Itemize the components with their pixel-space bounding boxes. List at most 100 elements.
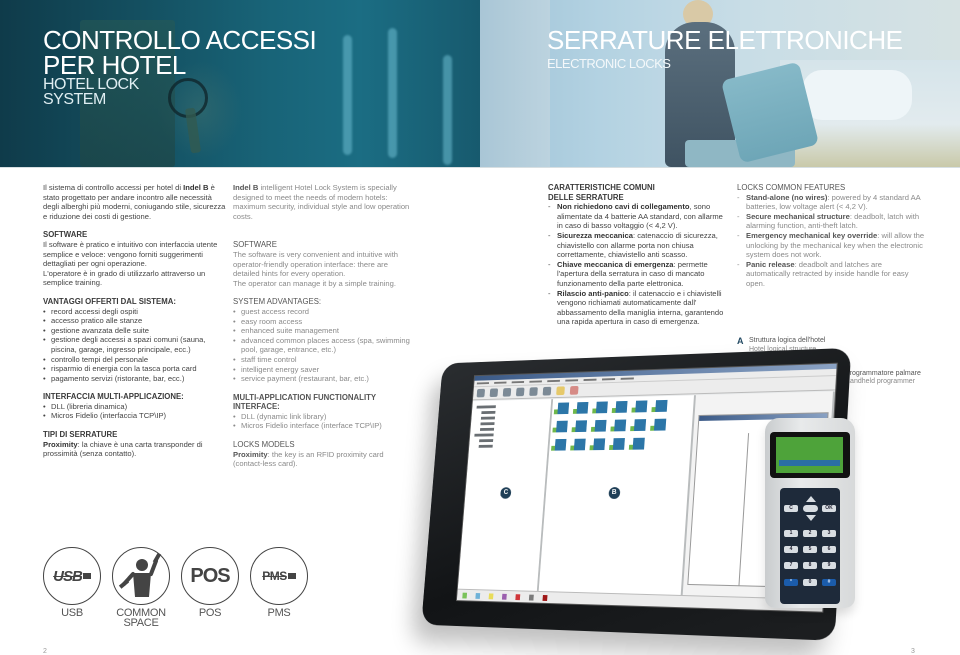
list-item: guest access record (233, 307, 413, 317)
list-item: Stand-alone (no wires): powered by 4 sta… (737, 193, 927, 212)
features-column-english: LOCKS COMMON FEATURES Stand-alone (no wi… (737, 183, 927, 298)
lcd-display (776, 437, 843, 473)
features-heading: CARATTERISTICHE COMUNI DELLE SERRATURE (548, 183, 730, 202)
list-item: staff time control (233, 355, 413, 365)
plug-shape (287, 573, 296, 579)
legend-letter: A (737, 336, 744, 346)
icon-label: POS (181, 607, 239, 619)
intro-column-italian: Il sistema di controllo accessi per hote… (43, 183, 226, 459)
hero-divider (0, 167, 960, 168)
features-heading-line: CARATTERISTICHE COMUNI (548, 183, 655, 192)
key-8: 8 (803, 562, 817, 569)
pms-glyph: PMS (262, 569, 287, 583)
hero-title-left: CONTROLLO ACCESSI PER HOTEL (43, 25, 343, 80)
pos-icon: POS (181, 547, 239, 605)
list-item: risparmio di energia con la tasca porta … (43, 364, 226, 374)
list-item: gestione degli accessi a spazi comuni (s… (43, 335, 226, 354)
software-heading: SOFTWARE (43, 230, 88, 240)
list-item: Micros Fidelio (interfaccia TCP\IP) (43, 411, 226, 421)
icon-label-line: POS (198, 607, 222, 619)
list-item: Rilascio anti-panico: il catenaccio e i … (548, 289, 730, 327)
icon-label-line: USB (61, 607, 83, 619)
locks-heading: LOCKS MODELS (233, 440, 295, 450)
plug-shape (82, 573, 91, 579)
intro-paragraph: Indel B intelligent Hotel Lock System is… (233, 183, 413, 221)
feature-term: Chiave meccanica di emergenza (557, 259, 674, 269)
list-item: Sicurezza meccanica: catenaccio di sicur… (548, 231, 730, 260)
page-number-right: 3 (911, 648, 915, 655)
list-item: enhanced suite management (233, 326, 413, 336)
icon-label: PMS (250, 607, 308, 619)
icon-label-line: PMS (267, 607, 291, 619)
list-item: Secure mechanical structure: deadbolt, l… (737, 212, 927, 231)
key-9: 9 (822, 562, 836, 569)
keypad: C OK 1 2 3 4 5 6 7 8 9 * 0 # (780, 488, 840, 604)
software-paragraph: The software is very convenient and intu… (233, 249, 399, 279)
key-7: 7 (784, 562, 798, 569)
locks-paragraph: Proximity: la chiave è una carta transpo… (43, 440, 226, 459)
hero-title-line: PER HOTEL (43, 49, 186, 80)
icon-item-usb: USB USB (43, 547, 101, 628)
key-3: 3 (822, 530, 836, 537)
hero-subtitle-left: HOTEL LOCK SYSTEM (43, 76, 139, 107)
feature-term: Secure mechanical structure (746, 211, 850, 221)
corridor-light (443, 55, 452, 165)
icon-label: USB (43, 607, 101, 619)
list-item: Micros Fidelio interface (interface TCP\… (233, 421, 413, 431)
list-item: Non richiedono cavi di collegamento, son… (548, 202, 730, 231)
staff-structure-pane: C (457, 399, 554, 591)
list-item: accesso pratico alle stanze (43, 316, 226, 326)
feature-term: Sicurezza meccanica (557, 230, 633, 240)
key-ok: OK (822, 505, 836, 512)
list-item: record accessi degli ospiti (43, 307, 226, 317)
corridor-light (343, 35, 352, 155)
key-5: 5 (803, 546, 817, 553)
icon-label: COMMON SPACE (112, 608, 170, 629)
software-paragraph: L'operatore è in grado di utilizzarlo at… (43, 268, 206, 288)
feature-icons-row: USB USB COMMON SPACE POS POS PMS PMS (43, 547, 308, 629)
intro-text: Il sistema di controllo accessi per hote… (43, 183, 184, 192)
icon-label-line: SPACE (123, 617, 159, 629)
list-item: pagamento servizi (ristorante, bar, ecc.… (43, 374, 226, 384)
list-item: Emergency mechanical key override: will … (737, 231, 927, 260)
fitness-person-icon (112, 547, 170, 605)
brand-name: Indel B (183, 183, 209, 192)
interface-list: DLL (dynamic link library) Micros Fideli… (233, 412, 413, 431)
locks-paragraph: Proximity: the key is an RFID proximity … (233, 450, 413, 469)
programmer-caption: Programmatore palmare Handheld programme… (845, 370, 921, 387)
fitness-person-svg (118, 553, 162, 597)
hero-title-line: CONTROLLO ACCESSI (43, 25, 317, 55)
locks-heading: TIPI DI SERRATURE (43, 430, 118, 440)
features-column-italian: CARATTERISTICHE COMUNI DELLE SERRATURE N… (548, 183, 730, 336)
arrow-down-icon (806, 515, 816, 521)
software-paragraph: The operator can manage it by a simple t… (233, 278, 396, 288)
icon-item-pos: POS POS (181, 547, 239, 628)
center-key (803, 505, 818, 512)
advantages-list: record accessi degli ospiti accesso prat… (43, 307, 226, 384)
intro-text: intelligent Hotel Lock System is special… (233, 183, 410, 221)
room-grid (554, 399, 671, 451)
programmer-label-it: Programmatore palmare (845, 370, 921, 377)
list-item: DLL (dynamic link library) (233, 412, 413, 422)
advantages-heading: SYSTEM ADVANTAGES: (233, 297, 322, 307)
intro-column-english: Indel B intelligent Hotel Lock System is… (233, 183, 413, 469)
interface-heading: MULTI-APPLICATION FUNCTIONALITY INTERFAC… (233, 392, 376, 412)
list-item: service payment (restaurant, bar, etc.) (233, 374, 413, 384)
key-hash: # (822, 579, 836, 586)
list-item: Chiave meccanica di emergenza: permette … (548, 260, 730, 289)
programmer-label-en: Handheld programmer (845, 378, 916, 386)
corridor-light (388, 28, 397, 158)
hero-title-right: SERRATURE ELETTRONICHE (547, 25, 903, 55)
features-heading-line: DELLE SERRATURE (548, 192, 624, 202)
key-4: 4 (784, 546, 798, 553)
pms-icon: PMS (250, 547, 308, 605)
badge-b: B (608, 486, 621, 499)
list-item: intelligent energy saver (233, 365, 413, 375)
feature-term: Rilascio anti-panico (557, 288, 629, 298)
icon-item-common-space: COMMON SPACE (112, 547, 170, 629)
intro-paragraph: Il sistema di controllo accessi per hote… (43, 183, 226, 221)
badge-c: C (500, 486, 512, 499)
key-0: 0 (803, 579, 817, 586)
rooms-status-pane: B (538, 395, 697, 596)
usb-icon: USB (43, 547, 101, 605)
